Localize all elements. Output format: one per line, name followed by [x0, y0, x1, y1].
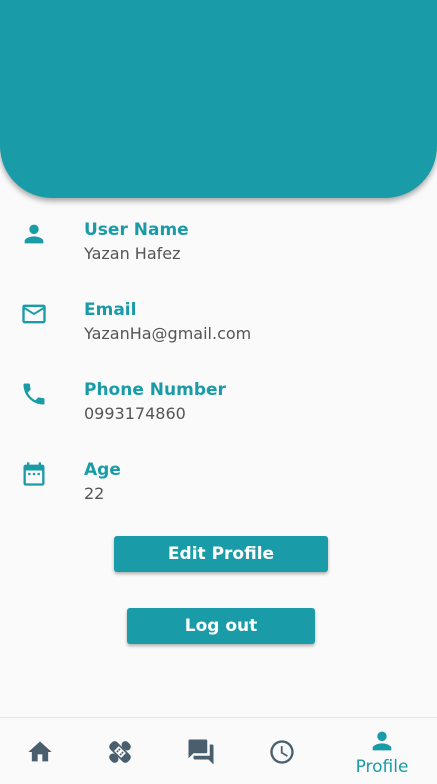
bandage-icon — [109, 740, 131, 763]
nav-item-bandage[interactable] — [80, 718, 160, 784]
phone-label: Phone Number — [84, 380, 226, 400]
phone-value: 0993174860 — [84, 404, 186, 423]
clock-icon — [270, 739, 294, 764]
nav-item-home[interactable] — [0, 718, 80, 784]
user-name-row: User Name Yazan Hafez — [0, 220, 437, 280]
nav-item-chat[interactable] — [161, 718, 241, 784]
home-icon — [28, 741, 52, 761]
profile-header-banner — [0, 0, 437, 198]
nav-label-profile: Profile — [355, 756, 409, 777]
age-value: 22 — [84, 484, 105, 503]
profile-screen: User Name Yazan Hafez Email YazanHa@gmai… — [0, 0, 437, 784]
age-row: Age 22 — [0, 460, 437, 520]
phone-row: Phone Number 0993174860 — [0, 380, 437, 440]
chat-icon — [188, 739, 214, 764]
email-row: Email YazanHa@gmail.com — [0, 300, 437, 360]
email-label: Email — [84, 300, 137, 320]
phone-icon — [23, 383, 45, 405]
nav-item-history[interactable] — [242, 718, 322, 784]
person-icon — [24, 224, 44, 244]
user-name-label: User Name — [84, 220, 189, 240]
nav-item-profile[interactable]: Profile — [342, 718, 422, 784]
age-label: Age — [84, 460, 121, 480]
calendar-icon — [23, 462, 45, 486]
mail-icon — [22, 304, 46, 324]
person-icon — [372, 731, 392, 750]
bottom-navigation-bar: Profile — [0, 717, 437, 784]
edit-profile-button[interactable]: Edit Profile — [114, 536, 328, 572]
email-value: YazanHa@gmail.com — [84, 324, 252, 343]
logout-button[interactable]: Log out — [127, 608, 315, 644]
user-name-value: Yazan Hafez — [84, 244, 181, 263]
